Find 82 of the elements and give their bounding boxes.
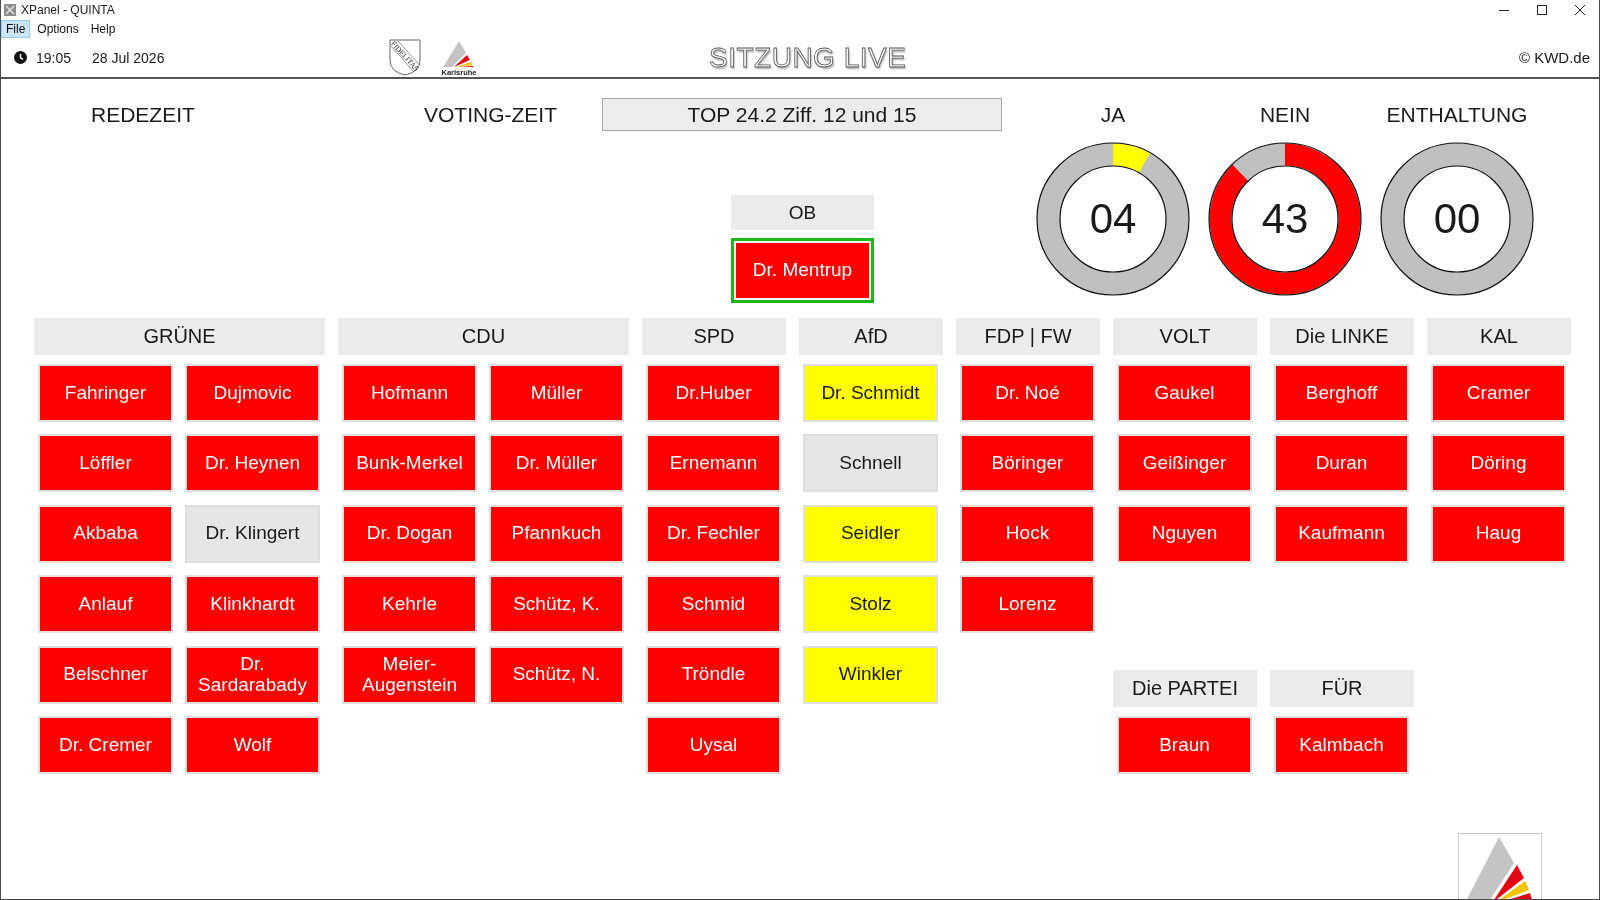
member-tile: Böringer (960, 434, 1095, 493)
member-tile: Nguyen (1117, 504, 1252, 563)
party-header: Die PARTEI (1113, 669, 1257, 707)
member-tile: Schütz, K. (489, 575, 624, 634)
member-tile: Dr. Cremer (38, 715, 173, 774)
member-tile: Anlauf (38, 575, 173, 634)
member-tile: Fahringer (38, 364, 173, 422)
date-text: 28 Jul 2026 (92, 49, 165, 66)
member-tile: Geißinger (1117, 434, 1252, 493)
member-tile: Dr.Huber (646, 364, 781, 422)
member-tile: Kaufmann (1274, 504, 1409, 563)
page-title: SITZUNG LIVE (709, 41, 907, 74)
party-header: FDP | FW (956, 318, 1100, 355)
vote-label: JA (1100, 102, 1126, 128)
maximize-icon (1537, 5, 1547, 15)
agenda-item-banner: TOP 24.2 Ziff. 12 und 15 (602, 98, 1002, 131)
member-tile: Kehrle (342, 575, 477, 634)
member-tile: Dr. Heynen (185, 434, 320, 493)
member-tile: Kalmbach (1274, 715, 1409, 774)
member-tile: Seidler (803, 504, 938, 563)
party-header: AfD (799, 318, 943, 355)
member-tile: Dr. Klingert (185, 504, 320, 563)
member-tile: Ernemann (646, 434, 781, 493)
member-tile: Braun (1117, 715, 1252, 774)
member-tile: Winkler (803, 645, 938, 704)
member-tile: Duran (1274, 434, 1409, 493)
member-tile: Dujmovic (185, 364, 320, 422)
copyright-text: © KWD.de (1518, 49, 1591, 66)
vote-count: 43 (1261, 198, 1309, 240)
clock-icon (14, 51, 27, 64)
member-tile: Uysal (646, 715, 781, 774)
voting-time-label: VOTING-ZEIT (424, 102, 557, 127)
member-tile: Dr. Mentrup (731, 238, 874, 303)
member-tile: Gaukel (1117, 364, 1252, 422)
member-tile: Akbaba (38, 504, 173, 563)
vote-label: ENTHALTUNG (1386, 102, 1528, 128)
menu-item[interactable]: Help (85, 20, 121, 38)
group-header: OB (731, 195, 874, 230)
member-tile: Müller (489, 364, 624, 422)
member-tile: Schütz, N. (489, 645, 624, 704)
member-tile: Dr. Müller (489, 434, 624, 493)
member-tile: Cramer (1431, 364, 1566, 422)
party-header: KAL (1427, 318, 1571, 355)
party-header: SPD (642, 318, 786, 355)
party-header: FÜR (1270, 669, 1414, 707)
member-tile: Dr. Noé (960, 364, 1095, 422)
member-tile: Dr. Schmidt (803, 364, 938, 422)
member-tile: Bunk-Merkel (342, 434, 477, 493)
member-tile: Lorenz (960, 575, 1095, 634)
member-tile: Klinkhardt (185, 575, 320, 634)
member-tile: Schmid (646, 575, 781, 634)
member-tile: Wolf (185, 715, 320, 774)
vote-label: NEIN (1259, 102, 1311, 128)
menu-item[interactable]: File (1, 20, 31, 38)
speaking-time-label: REDEZEIT (91, 102, 195, 127)
member-tile: Döring (1431, 434, 1566, 493)
vote-count: 00 (1433, 198, 1481, 240)
party-header: GRÜNE (34, 318, 325, 355)
member-tile: Dr. Dogan (342, 504, 477, 563)
member-tile: Berghoff (1274, 364, 1409, 422)
window-title: XPanel - QUINTA (21, 3, 115, 17)
member-tile: Haug (1431, 504, 1566, 563)
minimize-icon (1499, 9, 1509, 11)
member-tile: Hock (960, 504, 1095, 563)
member-tile: Dr. Fechler (646, 504, 781, 563)
member-tile: Meier-Augenstein (342, 645, 477, 704)
member-tile: Schnell (803, 434, 938, 493)
party-header: CDU (338, 318, 629, 355)
member-tile: Pfannkuch (489, 504, 624, 563)
member-tile: Löffler (38, 434, 173, 493)
close-icon (1575, 5, 1585, 15)
member-tile: Belschner (38, 645, 173, 704)
member-tile: Tröndle (646, 645, 781, 704)
vote-count: 04 (1089, 198, 1137, 240)
member-tile: Dr. Sardarabady (185, 645, 320, 704)
party-header: VOLT (1113, 318, 1257, 355)
member-tile: Hofmann (342, 364, 477, 422)
clock-time: 19:05 (36, 49, 72, 66)
member-tile: Stolz (803, 575, 938, 634)
app-icon (3, 3, 17, 17)
menu-item[interactable]: Options (32, 20, 84, 38)
party-header: Die LINKE (1270, 318, 1414, 355)
